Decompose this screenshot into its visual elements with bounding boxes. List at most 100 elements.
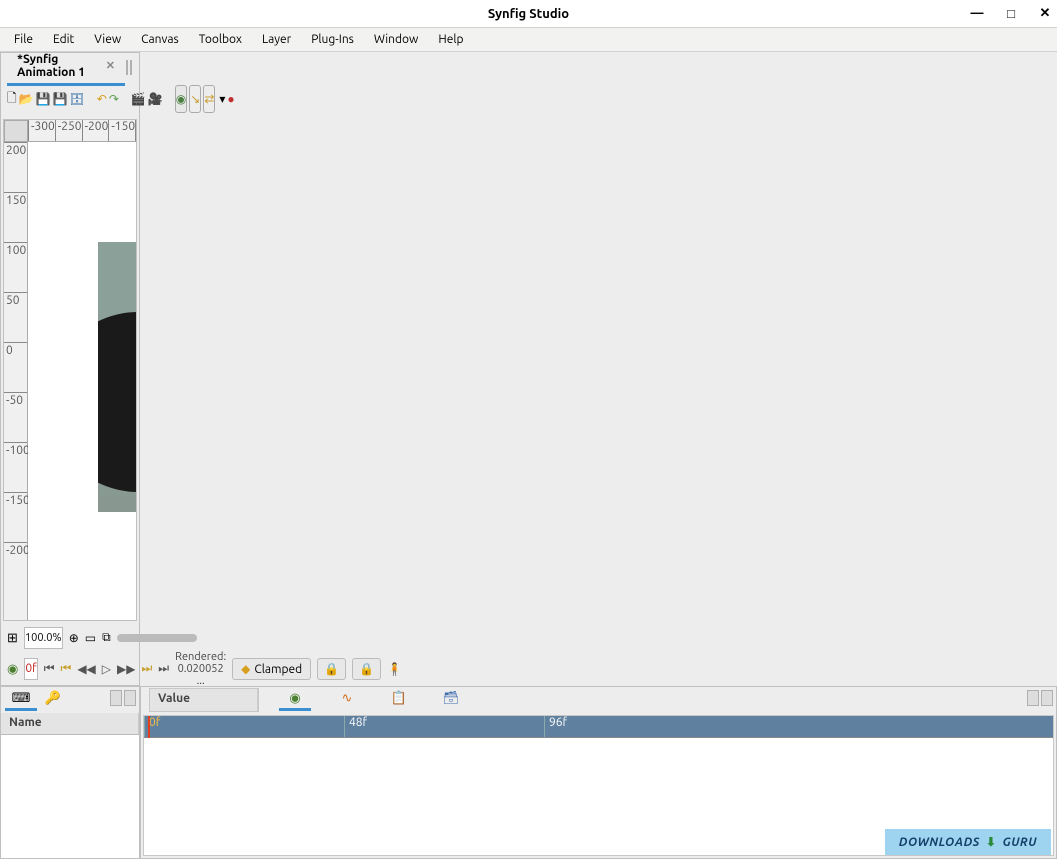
save-all-icon: 🗄 bbox=[70, 92, 85, 106]
keyframes-tab[interactable]: 🔑 bbox=[37, 689, 69, 711]
menu-help[interactable]: Help bbox=[430, 31, 471, 48]
save-button[interactable]: 💾 bbox=[36, 85, 51, 113]
file-icon: 🗋 bbox=[7, 89, 17, 110]
curves-icon: ∿ bbox=[339, 691, 355, 707]
zoom-fit-button[interactable]: ⊕ bbox=[69, 624, 79, 652]
menu-window[interactable]: Window bbox=[366, 31, 426, 48]
ruler-tick: -200 bbox=[82, 120, 109, 141]
ruler-tick: -100 bbox=[135, 120, 137, 141]
play-button[interactable]: ▷ bbox=[102, 658, 111, 680]
render-button[interactable]: 🎬 bbox=[131, 85, 146, 113]
keyframe-future-button[interactable]: ⇄ bbox=[203, 85, 215, 113]
watermark-brand: DOWNLOADS bbox=[899, 836, 980, 849]
ruler-tick: -150 bbox=[4, 492, 27, 542]
timeline-cursor[interactable] bbox=[148, 716, 150, 738]
canvas-viewport[interactable]: -300-250-200-150-100-50050100150200250 2… bbox=[3, 119, 137, 621]
metadata-tab[interactable]: 📋 bbox=[383, 689, 415, 711]
menu-toolbox[interactable]: Toolbox bbox=[191, 31, 250, 48]
save-all-button[interactable]: 🗄 bbox=[70, 85, 85, 113]
clapper-icon: 🎬 bbox=[131, 92, 146, 106]
canvas-artwork bbox=[98, 242, 137, 512]
ruler-tick: 150 bbox=[4, 192, 27, 242]
ruler-tick: 0 bbox=[4, 342, 27, 392]
key-future-icon: ⇄ bbox=[204, 92, 214, 106]
animate-mode-icon[interactable]: ◉ bbox=[7, 661, 18, 677]
maximize-button[interactable]: □ bbox=[1003, 6, 1019, 21]
params-col-value[interactable]: Value bbox=[150, 689, 258, 711]
params-tab[interactable]: ⌨ bbox=[5, 689, 37, 711]
key-icon: 🔑 bbox=[45, 691, 61, 707]
menu-canvas[interactable]: Canvas bbox=[133, 31, 187, 48]
minimize-button[interactable]: — bbox=[969, 6, 985, 21]
zoom-1to1-button[interactable]: ▭ bbox=[85, 624, 96, 652]
ruler-corner[interactable] bbox=[4, 120, 28, 142]
animate-toggle-button[interactable]: 🧍 bbox=[387, 658, 402, 680]
timeline-tick: 0f bbox=[144, 716, 344, 737]
chevron-down-icon: ▾ bbox=[219, 92, 225, 106]
timeline-tick: 48f bbox=[344, 716, 544, 737]
document-tab-label: *Synfig Animation 1 bbox=[17, 53, 100, 79]
lock-icon: 🔒 bbox=[324, 662, 339, 676]
ruler-tick: -200 bbox=[4, 542, 27, 592]
record-icon: ● bbox=[227, 92, 234, 106]
next-frame-button[interactable]: ▶▶ bbox=[117, 658, 135, 680]
sets-tab[interactable]: 🗃 bbox=[435, 689, 467, 711]
redo-button[interactable]: ↷ bbox=[109, 85, 119, 113]
clamped-button[interactable]: ◆Clamped bbox=[232, 658, 311, 680]
ruler-tick: -300 bbox=[28, 120, 55, 141]
keyframe-lock-past-button[interactable]: 🔒 bbox=[317, 658, 346, 680]
clamped-label: Clamped bbox=[254, 663, 302, 676]
key-past-icon: ↘ bbox=[190, 92, 200, 106]
current-frame-input[interactable]: 0f bbox=[24, 658, 37, 680]
dock-grip-icon[interactable] bbox=[109, 689, 137, 707]
document-tab[interactable]: *Synfig Animation 1 ✕ bbox=[7, 49, 125, 86]
h-scrollbar[interactable] bbox=[117, 634, 197, 642]
params-col-name[interactable]: Name bbox=[1, 713, 139, 734]
preview-button[interactable]: 🎥 bbox=[148, 85, 163, 113]
dock-grip-icon[interactable] bbox=[125, 61, 133, 74]
grid-icon[interactable]: ⊞ bbox=[7, 630, 18, 646]
ruler-tick: -50 bbox=[4, 392, 27, 442]
params-body[interactable] bbox=[1, 735, 139, 858]
keyframe-lock-future-button[interactable]: 🔒 bbox=[352, 658, 381, 680]
prev-frame-button[interactable]: ◀◀ bbox=[77, 658, 95, 680]
save-as-button[interactable]: 💾 bbox=[53, 85, 68, 113]
ruler-tick: -100 bbox=[4, 442, 27, 492]
menu-layer[interactable]: Layer bbox=[254, 31, 299, 48]
ruler-horizontal[interactable]: -300-250-200-150-100-50050100150200250 bbox=[28, 120, 136, 142]
keyframe-past-button[interactable]: ↘ bbox=[189, 85, 201, 113]
watermark: DOWNLOADS ⬇ GURU bbox=[885, 829, 1051, 855]
prev-keyframe-button[interactable]: ⏮ bbox=[61, 658, 72, 680]
tab-close-icon[interactable]: ✕ bbox=[106, 59, 115, 72]
app-title: Synfig Studio bbox=[488, 7, 569, 21]
ruler-tick: -150 bbox=[108, 120, 135, 141]
menu-view[interactable]: View bbox=[86, 31, 129, 48]
ruler-vertical[interactable]: 200150100500-50-100-150-200 bbox=[4, 142, 28, 620]
ruler-tick: 50 bbox=[4, 292, 27, 342]
menu-plugins[interactable]: Plug-Ins bbox=[303, 31, 362, 48]
timetrack-tab[interactable]: ◉ bbox=[279, 689, 311, 711]
seek-start-button[interactable]: ⏮ bbox=[44, 658, 55, 680]
menu-file[interactable]: File bbox=[6, 31, 41, 48]
canvas-panel: *Synfig Animation 1 ✕ 🗋 📂 💾 💾 🗄 ↶ ↷ 🎬 🎥 … bbox=[0, 52, 140, 686]
seek-end-button[interactable]: ⏭ bbox=[158, 658, 169, 680]
canvas-content[interactable] bbox=[28, 142, 136, 620]
onion-skin-button[interactable]: ◉ bbox=[175, 85, 187, 113]
titlebar: Synfig Studio — □ ✕ bbox=[0, 0, 1057, 28]
lock-icon: 🔒 bbox=[359, 662, 374, 676]
dock-grip-icon[interactable] bbox=[1026, 689, 1054, 707]
timeline-ruler[interactable]: 0f 48f 96f bbox=[144, 716, 1053, 738]
next-keyframe-button[interactable]: ⏭ bbox=[141, 658, 152, 680]
close-button[interactable]: ✕ bbox=[1037, 6, 1053, 21]
open-file-button[interactable]: 📂 bbox=[19, 85, 34, 113]
canvas-toolbar: 🗋 📂 💾 💾 🗄 ↶ ↷ 🎬 🎥 ◉ ↘ ⇄ ▾ ● bbox=[1, 81, 139, 117]
menu-edit[interactable]: Edit bbox=[45, 31, 82, 48]
zoom-page-button[interactable]: ⧉ bbox=[102, 624, 111, 652]
sets-icon: 🗃 bbox=[443, 691, 459, 707]
record-button[interactable]: ● bbox=[227, 85, 234, 113]
zoom-display[interactable]: 100.0% bbox=[24, 627, 63, 649]
dropdown-button[interactable]: ▾ bbox=[219, 85, 225, 113]
curves-tab[interactable]: ∿ bbox=[331, 689, 363, 711]
undo-button[interactable]: ↶ bbox=[97, 85, 107, 113]
new-file-button[interactable]: 🗋 bbox=[7, 85, 17, 113]
